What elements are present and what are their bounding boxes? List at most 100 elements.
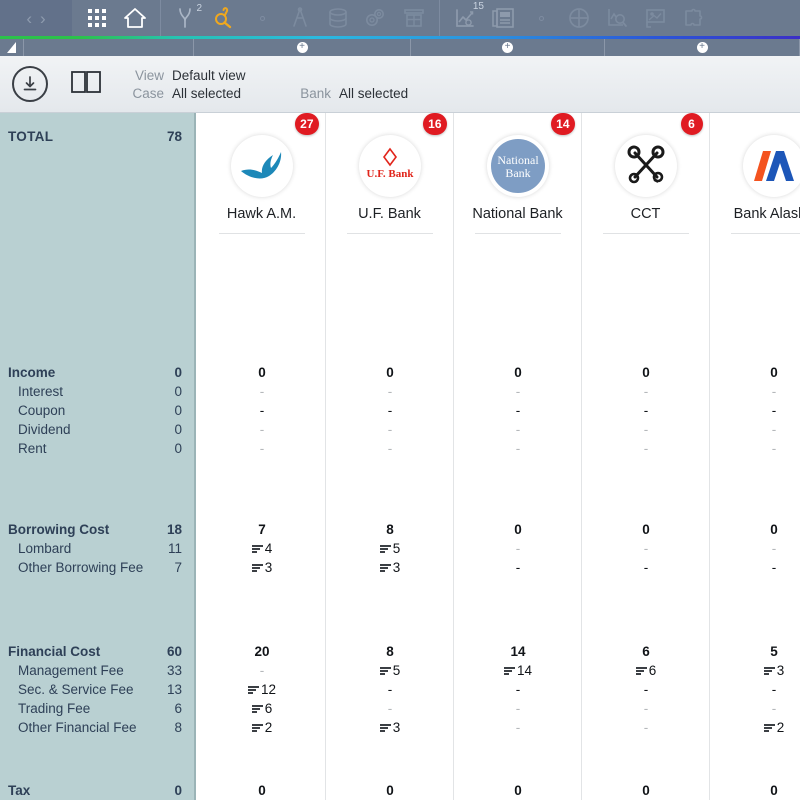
more-dot-button-2[interactable] xyxy=(522,0,560,36)
report-button[interactable] xyxy=(484,0,522,36)
value-cell[interactable]: - xyxy=(326,439,454,458)
value-cell[interactable]: - xyxy=(326,420,454,439)
value-cell-group[interactable]: 0 xyxy=(454,781,582,800)
sidebar-group-row[interactable]: Borrowing Cost 18 xyxy=(0,520,196,539)
bank-columns-pane[interactable]: 27Hawk A.M.0----74320-12620----U.F. Bank… xyxy=(196,113,800,800)
value-cell[interactable]: - xyxy=(326,699,454,718)
value-cell-group[interactable]: 0 xyxy=(198,781,326,800)
value-cell-group[interactable]: 0 xyxy=(454,520,582,539)
value-cell-group[interactable]: 0 xyxy=(710,781,800,800)
value-cell-group[interactable]: 0 xyxy=(582,363,710,382)
sidebar-group-row[interactable]: Tax 0 xyxy=(0,781,196,800)
search-key-button[interactable] xyxy=(205,0,243,36)
value-cell[interactable]: - xyxy=(582,539,710,558)
value-cell[interactable]: - xyxy=(454,382,582,401)
sidebar-child-row[interactable]: Management Fee 33 xyxy=(0,661,196,680)
sidebar-child-row[interactable]: Other Financial Fee 8 xyxy=(0,718,196,737)
bank-count-badge[interactable]: 6 xyxy=(680,113,703,135)
sidebar-total-row[interactable]: TOTAL 78 xyxy=(0,127,196,146)
value-cell[interactable]: - xyxy=(326,401,454,420)
value-cell[interactable]: - xyxy=(710,439,800,458)
sidebar-child-row[interactable]: Lombard 11 xyxy=(0,539,196,558)
value-cell-group[interactable]: 0 xyxy=(326,781,454,800)
value-cell-group[interactable]: 20 xyxy=(198,642,326,661)
value-cell-group[interactable]: 0 xyxy=(198,363,326,382)
value-cell[interactable]: - xyxy=(582,718,710,737)
value-cell[interactable]: - xyxy=(198,401,326,420)
view-value[interactable]: Default view xyxy=(172,68,246,83)
value-cell[interactable]: - xyxy=(582,680,710,699)
forward-icon[interactable]: › xyxy=(40,10,46,27)
value-cell[interactable]: - xyxy=(710,539,800,558)
analytics-button[interactable]: 15 xyxy=(446,0,484,36)
bank-column[interactable]: 6CCT0----0--66---0---- xyxy=(582,113,710,800)
value-cell[interactable]: 5 xyxy=(326,539,454,558)
value-cell[interactable]: - xyxy=(454,680,582,699)
globe-button[interactable] xyxy=(560,0,598,36)
value-cell-group[interactable]: 6 xyxy=(582,642,710,661)
pane-slot-1[interactable] xyxy=(24,39,194,56)
value-cell[interactable]: 14 xyxy=(454,661,582,680)
value-cell[interactable]: - xyxy=(454,439,582,458)
value-cell[interactable]: - xyxy=(582,439,710,458)
value-cell-group[interactable]: 0 xyxy=(582,781,710,800)
home-button[interactable] xyxy=(116,0,154,36)
value-cell[interactable]: - xyxy=(326,680,454,699)
value-cell-group[interactable]: 7 xyxy=(198,520,326,539)
pane-add-slot-2[interactable]: + xyxy=(411,39,605,56)
bank-column[interactable]: Bank Alaska0----0--53--20---- xyxy=(710,113,800,800)
value-cell[interactable]: 6 xyxy=(582,661,710,680)
settings-gears-button[interactable] xyxy=(357,0,395,36)
view-filter-row[interactable]: View Default view xyxy=(130,68,408,83)
pane-add-slot-3[interactable]: + xyxy=(605,39,800,56)
sidebar-child-row[interactable]: Rent 0 xyxy=(0,439,196,458)
value-cell[interactable]: - xyxy=(454,401,582,420)
bank-count-badge[interactable]: 14 xyxy=(551,113,575,135)
value-cell[interactable]: - xyxy=(454,718,582,737)
value-cell-group[interactable]: 0 xyxy=(454,363,582,382)
bank-column-header[interactable]: Bank Alaska xyxy=(710,113,800,236)
value-cell[interactable]: 3 xyxy=(710,661,800,680)
pane-add-slot-1[interactable]: + xyxy=(194,39,411,56)
sidebar-child-row[interactable]: Sec. & Service Fee 13 xyxy=(0,680,196,699)
presentation-button[interactable] xyxy=(636,0,674,36)
value-cell[interactable]: 3 xyxy=(326,718,454,737)
value-cell[interactable]: - xyxy=(582,699,710,718)
value-cell[interactable]: - xyxy=(710,382,800,401)
bank-column[interactable]: U.F. Bank16U.F. Bank0----85385--30---- xyxy=(326,113,454,800)
sidebar-child-row[interactable]: Dividend 0 xyxy=(0,420,196,439)
bank-column[interactable]: 27Hawk A.M.0----74320-12620---- xyxy=(198,113,326,800)
value-cell-group[interactable]: 14 xyxy=(454,642,582,661)
value-cell[interactable]: - xyxy=(198,439,326,458)
value-cell[interactable]: - xyxy=(710,420,800,439)
sidebar-child-row[interactable]: Other Borrowing Fee 7 xyxy=(0,558,196,577)
value-cell[interactable]: - xyxy=(454,539,582,558)
value-cell[interactable]: - xyxy=(454,699,582,718)
bank-column-header[interactable]: 6 CCT xyxy=(582,113,709,236)
value-cell[interactable]: - xyxy=(454,420,582,439)
download-button[interactable] xyxy=(12,66,48,102)
case-value[interactable]: All selected xyxy=(172,86,241,101)
value-cell-group[interactable]: 8 xyxy=(326,520,454,539)
back-icon[interactable]: ‹ xyxy=(26,10,32,27)
pane-split-corner[interactable] xyxy=(0,39,24,56)
value-cell[interactable]: 3 xyxy=(326,558,454,577)
value-cell[interactable]: 2 xyxy=(198,718,326,737)
plugins-button[interactable] xyxy=(674,0,712,36)
value-cell[interactable]: - xyxy=(454,558,582,577)
hierarchy-button[interactable]: 2 xyxy=(167,0,205,36)
value-cell-group[interactable]: 0 xyxy=(710,363,800,382)
apps-grid-button[interactable] xyxy=(78,0,116,36)
value-cell[interactable]: 2 xyxy=(710,718,800,737)
bank-value[interactable]: All selected xyxy=(339,86,408,101)
value-cell-group[interactable]: 5 xyxy=(710,642,800,661)
value-cell-group[interactable]: 8 xyxy=(326,642,454,661)
bank-column[interactable]: National Bank 14 National Bank 0- - - -0- -14 14-… xyxy=(454,113,582,800)
value-cell[interactable]: - xyxy=(582,401,710,420)
table-button[interactable] xyxy=(395,0,433,36)
sidebar-group-row[interactable]: Financial Cost 60 xyxy=(0,642,196,661)
book-button[interactable] xyxy=(70,69,102,100)
value-cell[interactable]: 5 xyxy=(326,661,454,680)
bank-column-header[interactable]: 27 Hawk A.M. xyxy=(198,113,325,236)
value-cell[interactable]: 12 xyxy=(198,680,326,699)
